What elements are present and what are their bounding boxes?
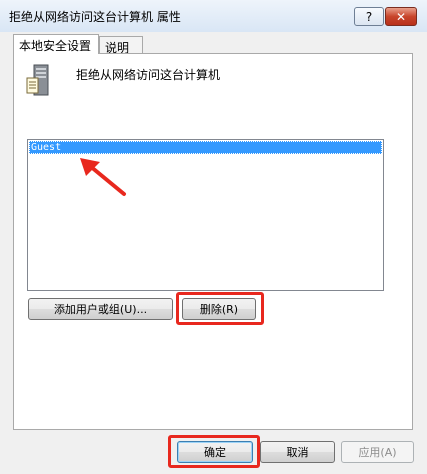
cancel-button[interactable]: 取消	[260, 441, 335, 463]
policy-title: 拒绝从网络访问这台计算机	[76, 68, 221, 82]
window-title: 拒绝从网络访问这台计算机 属性	[9, 10, 181, 24]
tab-local-security-setting[interactable]: 本地安全设置	[13, 34, 99, 54]
help-icon: ?	[365, 9, 373, 24]
remove-annotation-box	[176, 292, 264, 325]
add-user-or-group-label: 添加用户或组(U)...	[53, 303, 148, 316]
tab-description[interactable]: 说明	[99, 36, 143, 55]
cancel-label: 取消	[286, 446, 309, 459]
ok-annotation-box	[168, 435, 260, 468]
help-button[interactable]: ?	[354, 7, 384, 26]
title-bar: 拒绝从网络访问这台计算机 属性 ? ✕	[0, 0, 427, 33]
add-user-or-group-button[interactable]: 添加用户或组(U)...	[28, 298, 173, 320]
apply-button[interactable]: 应用(A)	[341, 441, 414, 463]
apply-label: 应用(A)	[358, 446, 397, 459]
annotation-arrow-icon	[80, 158, 126, 196]
server-policy-icon	[26, 64, 49, 96]
close-icon: ✕	[395, 9, 407, 24]
tab-local-security-setting-label: 本地安全设置	[19, 39, 92, 53]
close-button[interactable]: ✕	[385, 7, 417, 26]
list-item[interactable]: Guest	[29, 141, 382, 154]
